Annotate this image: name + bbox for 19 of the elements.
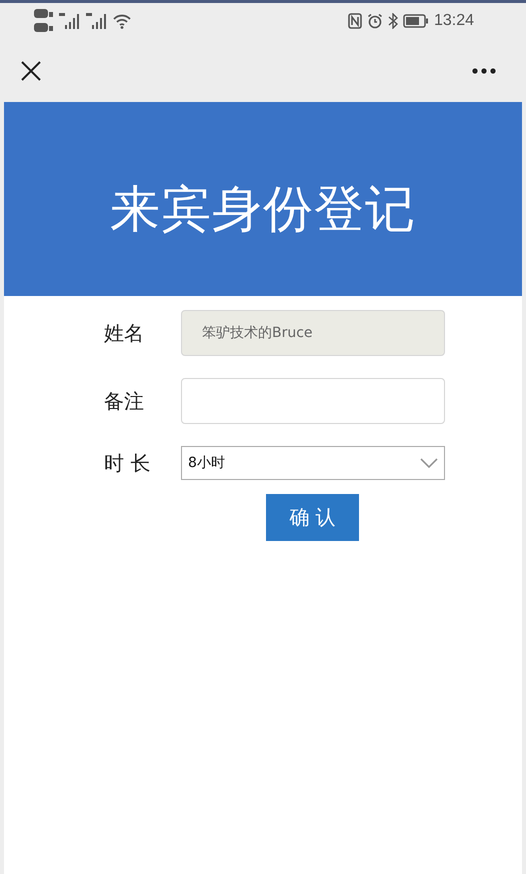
signal-icon: [86, 13, 108, 29]
chevron-down-icon: [420, 458, 438, 468]
close-icon[interactable]: [20, 60, 42, 82]
more-icon[interactable]: [472, 68, 496, 74]
signal-icon: [59, 13, 81, 29]
alarm-icon: [366, 13, 383, 29]
field-label: 姓名: [103, 320, 145, 346]
sim-icon: [34, 7, 54, 35]
wifi-icon: [113, 14, 131, 28]
page-title: 来宾身份登记: [110, 178, 416, 240]
status-time: 13:24: [434, 12, 474, 30]
input-field[interactable]: [181, 378, 445, 424]
field-label: 备注: [103, 388, 145, 414]
confirm-button[interactable]: 确 认: [266, 494, 359, 541]
nfc-icon: [348, 13, 362, 29]
duration-select[interactable]: 8小时: [181, 446, 445, 480]
battery-icon: [402, 14, 429, 28]
bluetooth-icon: [388, 13, 398, 29]
field-label: 时 长: [103, 450, 152, 476]
